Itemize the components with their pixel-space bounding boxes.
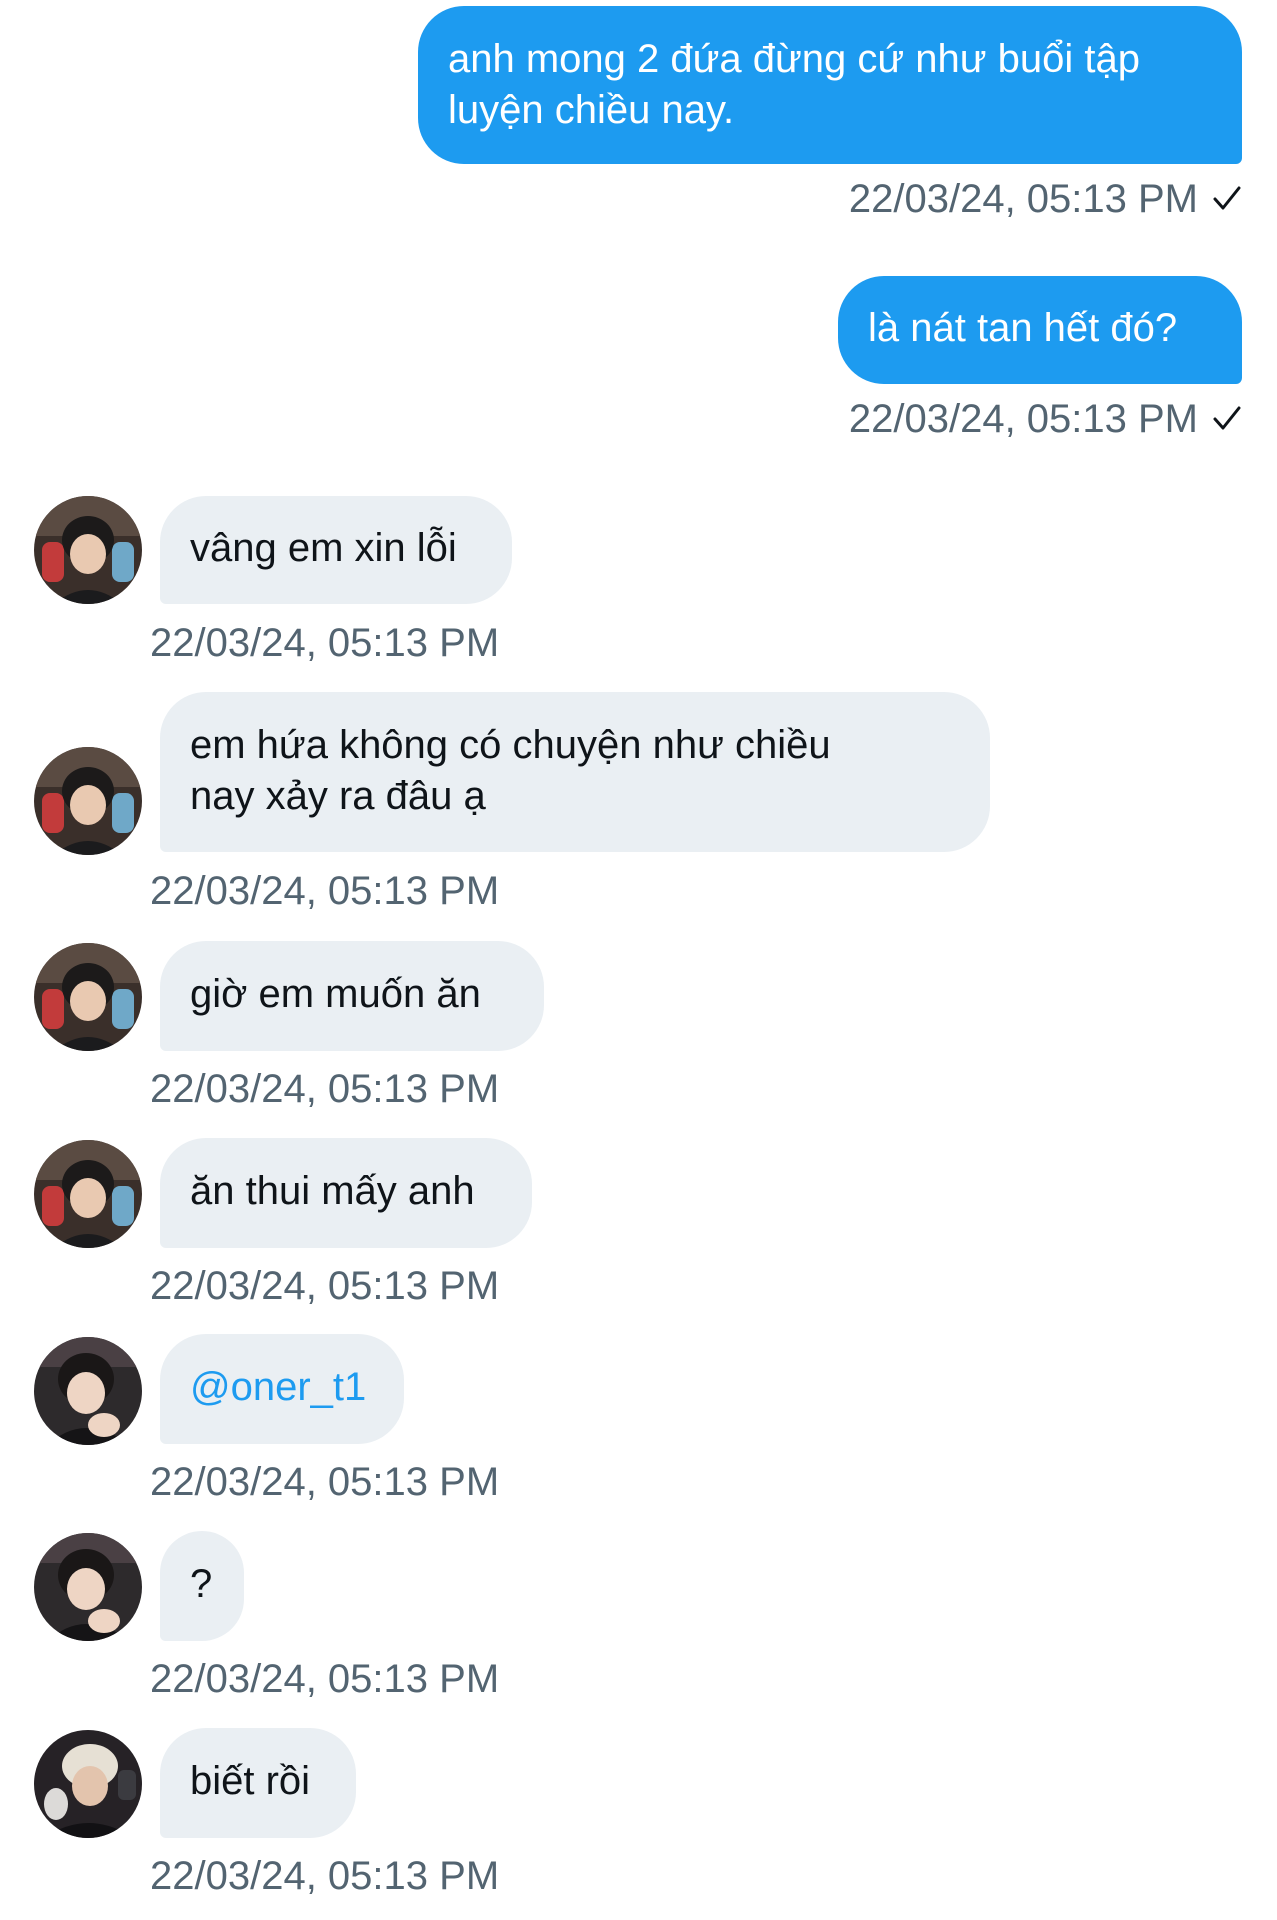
message-bubble-incoming[interactable]: ăn thui mấy anh bbox=[160, 1138, 532, 1248]
checkmark-icon bbox=[1213, 406, 1241, 430]
timestamp-text: 22/03/24, 05:13 PM bbox=[848, 177, 1198, 221]
message-bubble-incoming[interactable]: giờ em muốn ăn bbox=[160, 941, 544, 1051]
message-timestamp: 22/03/24, 05:13 PM bbox=[849, 176, 1242, 222]
avatar[interactable] bbox=[34, 496, 142, 604]
message-timestamp: 22/03/24, 05:13 PM bbox=[150, 1854, 500, 1898]
timestamp-text: 22/03/24, 05:13 PM bbox=[848, 397, 1198, 441]
message-timestamp: 22/03/24, 05:13 PM bbox=[150, 1460, 500, 1504]
message-timestamp: 22/03/24, 05:13 PM bbox=[150, 1657, 500, 1701]
message-bubble-incoming[interactable]: em hứa không có chuyện như chiều nay xảy… bbox=[160, 692, 990, 852]
message-bubble-incoming[interactable]: ? bbox=[160, 1531, 244, 1641]
avatar[interactable] bbox=[34, 1533, 142, 1641]
message-bubble-outgoing[interactable]: anh mong 2 đứa đừng cứ như buổi tập luyệ… bbox=[418, 6, 1242, 164]
checkmark-icon bbox=[1213, 186, 1241, 210]
message-timestamp: 22/03/24, 05:13 PM bbox=[150, 1264, 500, 1308]
avatar[interactable] bbox=[34, 1337, 142, 1445]
message-bubble-incoming[interactable]: @oner_t1 bbox=[160, 1334, 404, 1444]
message-timestamp: 22/03/24, 05:13 PM bbox=[849, 396, 1242, 442]
message-bubble-outgoing[interactable]: là nát tan hết đó? bbox=[838, 276, 1242, 384]
avatar[interactable] bbox=[34, 747, 142, 855]
message-timestamp: 22/03/24, 05:13 PM bbox=[150, 621, 500, 665]
avatar[interactable] bbox=[34, 943, 142, 1051]
avatar[interactable] bbox=[34, 1730, 142, 1838]
message-bubble-incoming[interactable]: biết rồi bbox=[160, 1728, 356, 1838]
message-bubble-incoming[interactable]: vâng em xin lỗi bbox=[160, 496, 512, 604]
avatar[interactable] bbox=[34, 1140, 142, 1248]
message-timestamp: 22/03/24, 05:13 PM bbox=[150, 869, 500, 913]
message-timestamp: 22/03/24, 05:13 PM bbox=[150, 1067, 500, 1111]
